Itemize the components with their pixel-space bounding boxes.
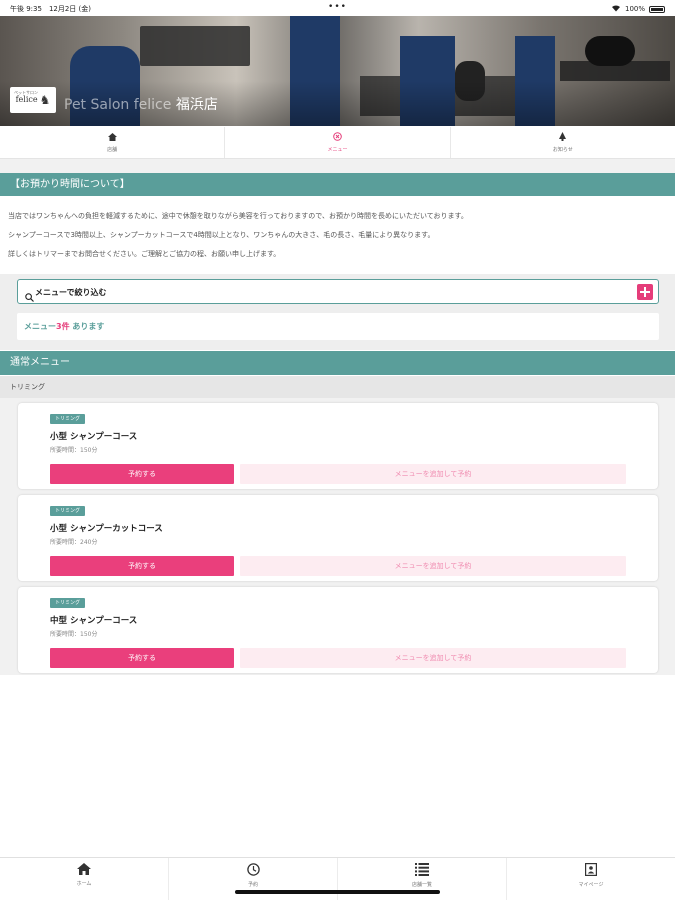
notice-line: 当店ではワンちゃんへの負担を軽減するために、途中で休憩を取りながら美容を行ってお… <box>8 212 468 220</box>
tab-home[interactable]: ホーム <box>0 858 169 900</box>
logo-text: felice <box>15 95 38 104</box>
menu-title: 中型 シャンプーコース <box>50 616 138 626</box>
menu-tag: トリミング <box>50 506 86 516</box>
top-nav: 店舗 メニュー お知らせ <box>0 127 675 159</box>
battery-icon <box>649 5 665 13</box>
nav-notice-label: お知らせ <box>552 147 573 153</box>
tab-mypage[interactable]: マイページ <box>507 858 675 900</box>
multitask-dots[interactable]: ••• <box>0 2 675 12</box>
dog-logo-icon: ♞ <box>39 93 51 107</box>
mypage-icon <box>585 863 598 878</box>
notice-body: 当店ではワンちゃんへの負担を軽減するために、途中で休憩を取りながら美容を行ってお… <box>0 196 675 274</box>
tab-store-list-label: 店舗一覧 <box>411 882 432 888</box>
add-menu-reserve-button[interactable]: メニューを追加して予約 <box>240 464 626 484</box>
add-menu-reserve-button[interactable]: メニューを追加して予約 <box>240 648 626 668</box>
nav-menu-label: メニュー <box>327 147 348 153</box>
shop-logo: ペットサロン felice ♞ <box>10 87 56 113</box>
tab-reservation-label: 予約 <box>247 882 258 888</box>
spacer <box>0 159 675 173</box>
reserve-button[interactable]: 予約する <box>50 648 234 668</box>
reserve-button[interactable]: 予約する <box>50 464 234 484</box>
wifi-icon <box>611 4 621 14</box>
home-indicator <box>235 890 440 894</box>
menu-card: トリミング 中型 シャンプーコース 所要時間：150分 予約する メニューを追加… <box>18 587 658 673</box>
search-label: メニューで絞り込む <box>35 288 107 297</box>
notice-icon <box>558 132 567 143</box>
notice-line: 詳しくはトリマーまでお問合せください。ご理解とご協力の程、お願い申し上げます。 <box>8 250 281 258</box>
tab-home-label: ホーム <box>76 881 92 887</box>
search-icon <box>25 287 34 302</box>
hero-banner: ペットサロン felice ♞ Pet Salon felice 福浜店 <box>0 16 675 126</box>
menu-filter-search[interactable]: メニューで絞り込む <box>17 279 659 304</box>
count-prefix: メニュー <box>24 322 56 331</box>
menu-count: メニュー3件 あります <box>17 313 659 340</box>
menu-duration: 所要時間：150分 <box>50 447 98 454</box>
battery-percent: 100% <box>624 5 645 13</box>
count-suffix: あります <box>69 322 105 331</box>
list-icon <box>415 863 429 878</box>
menu-card: トリミング 小型 シャンプーカットコース 所要時間：240分 予約する メニュー… <box>18 495 658 581</box>
notice-line: シャンプーコースで3時間以上、シャンプーカットコースで4時間以上となり、ワンちゃ… <box>8 231 435 239</box>
nav-store[interactable]: 店舗 <box>0 127 226 158</box>
menu-title: 小型 シャンプーコース <box>50 432 138 442</box>
reserve-button[interactable]: 予約する <box>50 556 234 576</box>
section-heading: 通常メニュー <box>0 351 675 375</box>
home-icon <box>77 863 91 877</box>
menu-circle-icon <box>333 132 342 143</box>
category-heading: トリミング <box>0 376 675 398</box>
nav-store-label: 店舗 <box>107 146 118 153</box>
menu-tag: トリミング <box>50 414 86 424</box>
nav-menu[interactable]: メニュー <box>225 127 451 158</box>
menu-card: トリミング 小型 シャンプーコース 所要時間：150分 予約する メニューを追加… <box>18 403 658 489</box>
nav-notice[interactable]: お知らせ <box>451 127 675 158</box>
shop-name: Pet Salon felice 福浜店 <box>64 94 218 114</box>
menu-duration: 所要時間：150分 <box>50 631 98 638</box>
status-right: 100% <box>611 4 665 14</box>
shop-name-en: Pet Salon felice <box>64 97 172 113</box>
home-icon <box>107 132 117 143</box>
tab-mypage-label: マイページ <box>578 882 604 888</box>
logo-subtext: ペットサロン <box>14 90 38 95</box>
count-number: 3件 <box>56 322 70 331</box>
menu-list: トリミング 小型 シャンプーコース 所要時間：150分 予約する メニューを追加… <box>0 398 675 675</box>
clock-icon <box>246 863 260 878</box>
menu-duration: 所要時間：240分 <box>50 539 98 546</box>
add-menu-reserve-button[interactable]: メニューを追加して予約 <box>240 556 626 576</box>
menu-tag: トリミング <box>50 598 86 608</box>
expand-filter-button[interactable] <box>637 284 653 300</box>
menu-title: 小型 シャンプーカットコース <box>50 524 163 534</box>
status-bar: 午後 9:35 12月2日 (金) ••• 100% <box>0 0 675 16</box>
notice-heading: 【お預かり時間について】 <box>0 173 675 196</box>
shop-name-branch: 福浜店 <box>175 97 218 113</box>
